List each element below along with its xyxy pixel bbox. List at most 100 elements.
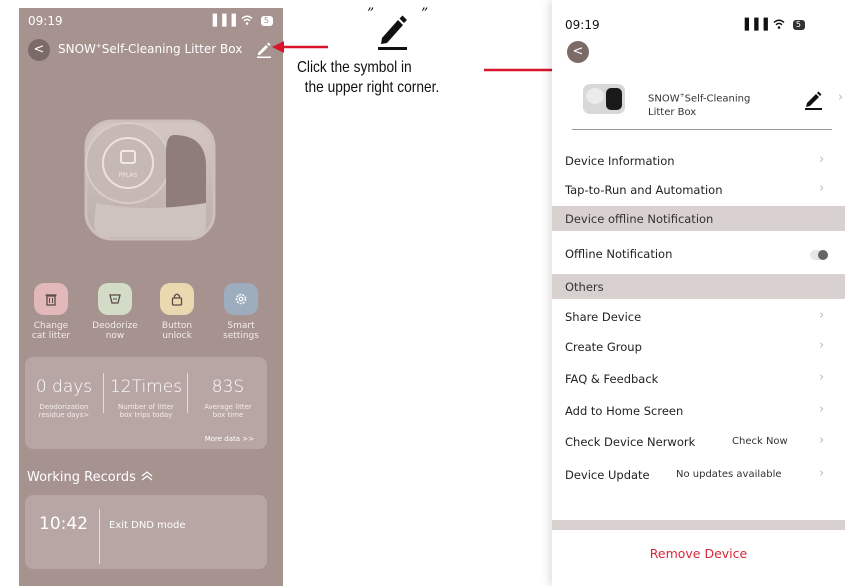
deodorize-icon (98, 283, 132, 315)
deodorization-stat[interactable]: 0 days Deodorization residue days> (25, 357, 103, 419)
chevron-right-icon: › (819, 402, 825, 417)
device-name-row[interactable]: SNOW+Self-Cleaning Litter Box › (572, 78, 843, 130)
status-bar: 09:19 ▐▐▐ 5 (565, 18, 805, 32)
status-bar: 09:19 ▐▐▐ 5 (28, 14, 273, 30)
back-button[interactable]: < (567, 41, 589, 63)
working-record-card: 10:42 Exit DND mode (25, 495, 267, 569)
device-name: SNOW+Self-Cleaning Litter Box (648, 89, 778, 120)
chevron-right-icon: › (819, 466, 825, 481)
chevron-right-icon: › (819, 181, 825, 196)
button-unlock-action[interactable]: Button unlock (149, 283, 205, 341)
offline-notification-toggle[interactable] (810, 250, 828, 260)
status-icons: ▐▐▐ 5 (741, 18, 805, 31)
highlighted-symbol: ” ” (361, 4, 433, 52)
trips-stat: 12Times Number of litter box trips today (105, 357, 187, 419)
create-group-row[interactable]: Create Group › (552, 332, 845, 362)
chevron-right-icon: › (819, 308, 825, 323)
device-update-row[interactable]: Device Update No updates available › (552, 460, 845, 490)
quick-actions: Change cat litter Deodorize now Button u… (19, 283, 283, 353)
wifi-icon (241, 14, 258, 27)
battery-icon: 5 (260, 16, 273, 26)
quote-close: ” (421, 6, 429, 22)
row-label: Tap-to-Run and Automation (565, 183, 723, 197)
avg-time-stat: 83S Average litter box time (189, 357, 267, 419)
title-brand: SNOW (58, 42, 96, 56)
stats-card: 0 days Deodorization residue days> 12Tim… (25, 357, 267, 449)
deodorize-action[interactable]: Deodorize now (87, 283, 143, 341)
signal-icon: ▐▐▐ (208, 14, 237, 27)
stat-value: 0 days (35, 377, 93, 397)
row-label: Share Device (565, 310, 642, 324)
divider (103, 373, 104, 413)
add-home-screen-row[interactable]: Add to Home Screen › (552, 396, 845, 426)
device-name-brand: SNOW (648, 93, 680, 105)
share-device-row[interactable]: Share Device › (552, 302, 845, 332)
section-label: Device offline Notification (565, 212, 714, 226)
chevron-right-icon: › (819, 338, 825, 353)
wifi-icon (773, 18, 790, 31)
trash-icon (34, 283, 68, 315)
row-label: Create Group (565, 340, 642, 354)
row-label: FAQ & Feedback (565, 372, 659, 386)
action-label: Deodorize now (92, 321, 138, 341)
instruction-text: Click the symbol in the upper right corn… (297, 59, 440, 96)
unlock-icon (160, 283, 194, 315)
action-label: Button unlock (161, 321, 193, 341)
page-title: SNOW+Self-Cleaning Litter Box (58, 42, 242, 56)
row-label: Check Device Nerwork (565, 435, 696, 449)
battery-icon: 5 (792, 20, 805, 30)
title-rest: Self-Cleaning Litter Box (101, 42, 243, 56)
tap-to-run-row[interactable]: Tap-to-Run and Automation › (552, 175, 845, 205)
status-time: 09:19 (565, 18, 600, 32)
status-icons: ▐▐▐ 5 (209, 14, 273, 27)
gear-icon (224, 283, 258, 315)
device-information-row[interactable]: Device Information › (552, 146, 845, 176)
device-home-screen: 09:19 ▐▐▐ 5 < SNOW+Self-Cleaning Litter … (19, 8, 283, 586)
working-records-label: Working Records (27, 470, 136, 485)
remove-device-button[interactable]: Remove Device (552, 546, 845, 561)
record-event: Exit DND mode (109, 520, 186, 531)
action-label: Smart settings (223, 321, 259, 341)
check-now-label: Check Now (732, 436, 788, 447)
edit-pencil-icon[interactable] (803, 90, 825, 110)
row-label: Device Update (565, 468, 650, 482)
row-label: Add to Home Screen (565, 404, 684, 418)
signal-icon: ▐▐▐ (740, 18, 769, 31)
action-label: Change cat litter (31, 321, 71, 341)
update-status: No updates available (676, 469, 782, 480)
chevron-right-icon: › (819, 433, 825, 448)
timeline-line (99, 509, 100, 564)
faq-feedback-row[interactable]: FAQ & Feedback › (552, 364, 845, 394)
record-time: 10:42 (39, 514, 88, 534)
litter-box-image: PPLAS (84, 119, 216, 241)
chevron-right-icon: › (838, 90, 844, 105)
stat-value: 12Times (109, 377, 183, 397)
app-header: < SNOW+Self-Cleaning Litter Box (28, 39, 273, 61)
edit-pencil-icon[interactable] (255, 40, 273, 58)
toggle-knob (818, 250, 828, 260)
tutorial-canvas: 09:19 ▐▐▐ 5 < SNOW+Self-Cleaning Litter … (0, 0, 845, 586)
device-settings-screen: 09:19 ▐▐▐ 5 < SNOW+Self-Cleaning Litter … (552, 0, 845, 586)
section-divider (552, 520, 845, 530)
row-label: Device Information (565, 154, 675, 168)
stat-caption: Deodorization residue days> (38, 403, 90, 419)
more-data-link[interactable]: More data >> (205, 435, 254, 443)
change-litter-action[interactable]: Change cat litter (23, 283, 79, 341)
working-records-title[interactable]: Working Records (27, 470, 154, 485)
device-thumbnail (583, 84, 625, 114)
check-network-row[interactable]: Check Device Nerwork Check Now › (552, 427, 845, 457)
stat-caption: Average litter box time (204, 403, 252, 419)
offline-section-header: Device offline Notification (552, 206, 845, 231)
divider (187, 373, 188, 413)
svg-text:PPLAS: PPLAS (119, 172, 138, 179)
chevron-right-icon: › (819, 152, 825, 167)
stat-caption: Number of litter box trips today (118, 403, 174, 419)
back-button[interactable]: < (28, 39, 50, 61)
chevron-up-double-icon (141, 471, 153, 481)
stat-value: 83S (211, 377, 245, 397)
status-time: 09:19 (28, 14, 63, 28)
pencil-icon (378, 15, 407, 50)
chevron-right-icon: › (819, 370, 825, 385)
others-section-header: Others (552, 274, 845, 299)
smart-settings-action[interactable]: Smart settings (213, 283, 269, 341)
